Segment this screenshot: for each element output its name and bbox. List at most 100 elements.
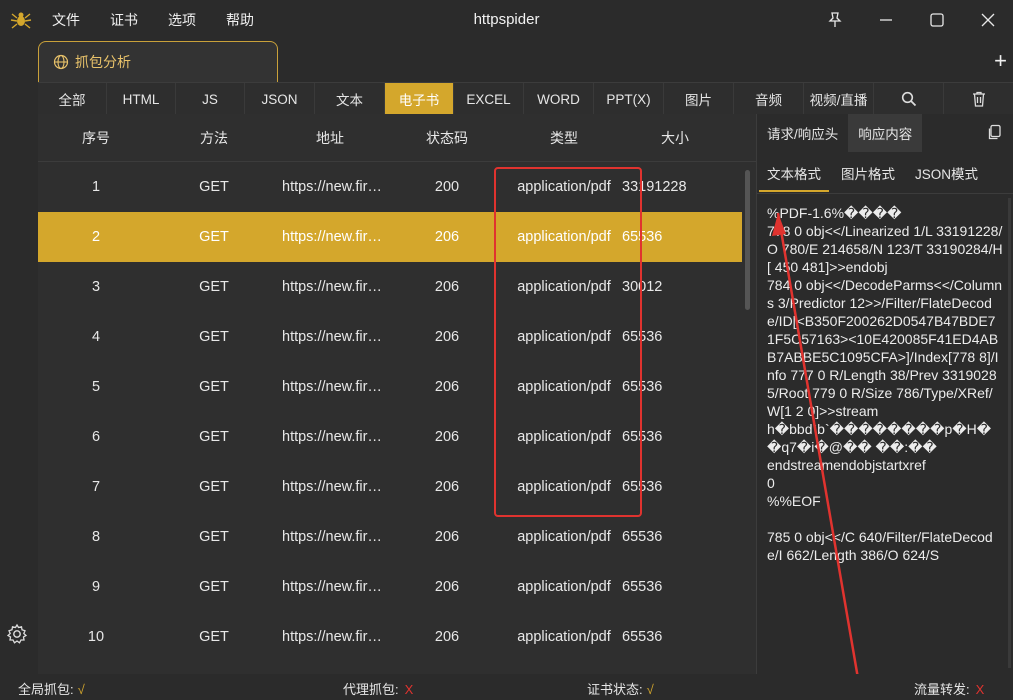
content-type-filter-bar: 全部 HTML JS JSON 文本 电子书 EXCEL WORD PPT(X)… (38, 82, 1013, 115)
minimize-icon[interactable] (860, 0, 911, 40)
cell-size: 30012 (622, 279, 663, 295)
session-tab-label: 抓包分析 (75, 54, 131, 70)
pin-icon[interactable] (809, 0, 860, 40)
cell-method: GET (199, 229, 229, 245)
session-tab-bar: 抓包分析 + (0, 40, 1013, 82)
cell-status: 206 (434, 479, 460, 495)
menu-file[interactable]: 文件 (52, 10, 80, 30)
cell-type: application/pdf (517, 529, 611, 545)
request-table: 序号 方法 地址 状态码 类型 大小 1 GET https://new.fir… 2… (38, 114, 756, 674)
table-row[interactable]: 6 GET https://new.fir… 206 application/pdf 65… (38, 412, 756, 462)
filter-tab-js[interactable]: JS (176, 83, 245, 115)
cell-method: GET (199, 479, 229, 495)
tab-image-format[interactable]: 图片格式 (831, 152, 905, 194)
cell-type: application/pdf (517, 279, 611, 295)
cell-type: application/pdf (517, 379, 611, 395)
cell-size: 65536 (622, 529, 663, 545)
column-header-type[interactable]: 类型 (508, 128, 620, 148)
cell-status: 206 (434, 579, 460, 595)
copy-icon[interactable] (987, 124, 1003, 140)
globe-icon (53, 54, 69, 70)
cell-size: 65536 (622, 579, 663, 595)
cell-size: 65536 (622, 379, 663, 395)
response-panel: 请求/响应头 响应内容 文本格式 图片格式 JSON模式 %PDF-1.6%��… (756, 114, 1013, 674)
response-panel-tabs: 请求/响应头 响应内容 (757, 114, 1013, 152)
cell-status: 206 (434, 629, 460, 645)
table-row[interactable]: 2 GET https://new.fir… 206 application/pdf 65… (38, 212, 742, 262)
cell-status: 206 (434, 529, 460, 545)
table-scrollbar-thumb[interactable] (745, 170, 750, 310)
cell-no: 3 (91, 279, 101, 295)
column-header-method[interactable]: 方法 (154, 128, 274, 148)
cell-status: 206 (434, 429, 460, 445)
trash-icon[interactable] (944, 83, 1013, 115)
cell-no: 7 (91, 479, 101, 495)
gear-icon[interactable] (6, 623, 30, 647)
column-header-status[interactable]: 状态码 (386, 128, 508, 148)
response-body-text[interactable]: %PDF-1.6%���� 778 0 obj<</Linearized 1/L… (757, 194, 1013, 674)
status-proxy-capture-label: 代理抓包: (343, 682, 399, 697)
filter-tab-word[interactable]: WORD (524, 83, 594, 115)
cell-url: https://new.fir… (282, 179, 382, 195)
cell-status: 206 (434, 279, 460, 295)
filter-tab-audio[interactable]: 音频 (734, 83, 804, 115)
table-row[interactable]: 3 GET https://new.fir… 206 application/pdf 30… (38, 262, 756, 312)
column-header-no[interactable]: 序号 (38, 128, 154, 148)
column-header-size[interactable]: 大小 (620, 128, 730, 148)
filter-tab-json[interactable]: JSON (245, 83, 315, 115)
menu-certificate[interactable]: 证书 (110, 10, 138, 30)
cell-no: 10 (87, 629, 105, 645)
filter-tab-html[interactable]: HTML (107, 83, 176, 115)
cell-no: 6 (91, 429, 101, 445)
cell-status: 200 (434, 179, 460, 195)
status-global-capture: 全局抓包: √ (18, 679, 85, 698)
tab-response-content[interactable]: 响应内容 (848, 114, 923, 152)
column-header-url[interactable]: 地址 (274, 128, 386, 148)
tab-json-mode[interactable]: JSON模式 (905, 152, 988, 194)
filter-tab-text[interactable]: 文本 (315, 83, 385, 115)
cell-no: 2 (91, 229, 101, 245)
cell-type: application/pdf (517, 229, 611, 245)
cell-url: https://new.fir… (282, 379, 382, 395)
cell-type: application/pdf (517, 479, 611, 495)
cell-method: GET (199, 429, 229, 445)
tab-text-format[interactable]: 文本格式 (757, 152, 831, 194)
table-row[interactable]: 10 GET https://new.fir… 206 application/pdf 6… (38, 612, 756, 662)
cell-size: 65536 (622, 629, 663, 645)
response-format-tabs: 文本格式 图片格式 JSON模式 (757, 152, 1013, 194)
menu-help[interactable]: 帮助 (226, 10, 254, 30)
response-scrollbar[interactable] (1008, 198, 1011, 668)
add-tab-icon[interactable]: + (994, 48, 1007, 74)
table-row[interactable]: 7 GET https://new.fir… 206 application/pdf 65… (38, 462, 756, 512)
filter-tab-excel[interactable]: EXCEL (454, 83, 524, 115)
cell-type: application/pdf (517, 329, 611, 345)
cell-method: GET (199, 379, 229, 395)
menu-options[interactable]: 选项 (168, 10, 196, 30)
cell-status: 206 (434, 329, 460, 345)
cell-method: GET (199, 279, 229, 295)
table-row[interactable]: 4 GET https://new.fir… 206 application/pdf 65… (38, 312, 756, 362)
table-row[interactable]: 9 GET https://new.fir… 206 application/pdf 65… (38, 562, 756, 612)
cell-url: https://new.fir… (282, 229, 382, 245)
cell-method: GET (199, 579, 229, 595)
table-row[interactable]: 8 GET https://new.fir… 206 application/pdf 65… (38, 512, 756, 562)
close-icon[interactable] (962, 0, 1013, 40)
session-tab-capture-analysis[interactable]: 抓包分析 (38, 41, 278, 82)
cell-url: https://new.fir… (282, 429, 382, 445)
cell-no: 8 (91, 529, 101, 545)
maximize-icon[interactable] (911, 0, 962, 40)
filter-tab-all[interactable]: 全部 (38, 83, 107, 115)
filter-tab-ebook[interactable]: 电子书 (385, 83, 454, 115)
tab-request-response-headers[interactable]: 请求/响应头 (757, 114, 848, 152)
search-icon[interactable] (874, 83, 944, 115)
filter-tab-ppt[interactable]: PPT(X) (594, 83, 664, 115)
cell-method: GET (199, 529, 229, 545)
filter-tab-video-live[interactable]: 视频/直播 (804, 83, 874, 115)
table-row[interactable]: 5 GET https://new.fir… 206 application/pdf 65… (38, 362, 756, 412)
table-row[interactable]: 1 GET https://new.fir… 200 application/pdf 33… (38, 162, 756, 212)
filter-tab-image[interactable]: 图片 (664, 83, 734, 115)
cell-type: application/pdf (517, 179, 611, 195)
status-traffic-forward-label: 流量转发: (914, 682, 970, 697)
spider-logo-icon (8, 7, 34, 33)
cell-no: 5 (91, 379, 101, 395)
